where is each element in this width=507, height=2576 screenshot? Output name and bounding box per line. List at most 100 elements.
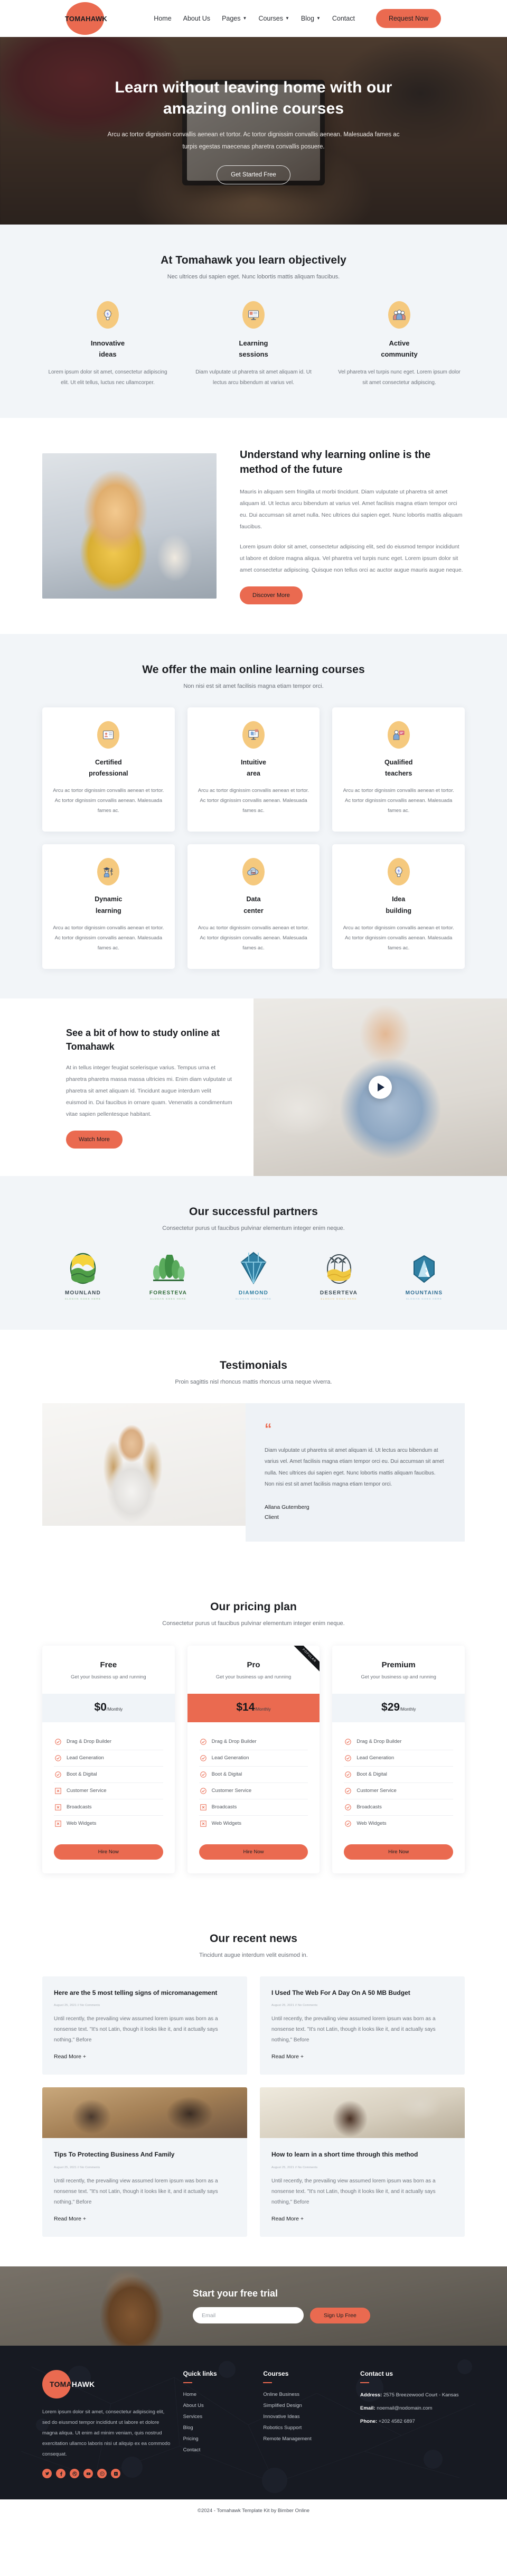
- monitor-lesson-icon: [242, 301, 265, 329]
- discover-more-button[interactable]: Discover More: [240, 586, 303, 604]
- youtube-icon[interactable]: [83, 2469, 93, 2479]
- feature-label: Broadcasts: [67, 1804, 92, 1810]
- video-thumbnail[interactable]: [253, 998, 507, 1177]
- pricing-section: Our pricing plan Consectetur purus ut fa…: [0, 1571, 507, 1903]
- partner-logo-diamond: DIAMOND SLOGAN GOES HERE: [224, 1252, 283, 1300]
- pricing-card-free: Free Get your business up and running $0…: [42, 1645, 175, 1873]
- footer-course-robotics-support[interactable]: Robotics Support: [263, 2425, 348, 2431]
- cross-icon: [200, 1820, 206, 1827]
- copyright-bar: ©2024 - Tomahawk Template Kit by Bimber …: [0, 2499, 507, 2523]
- objective-title: Innovative ideas: [42, 338, 173, 360]
- nav-item-pages[interactable]: Pages ▼: [222, 15, 247, 22]
- phone-value[interactable]: +202 4582 6897: [379, 2419, 415, 2424]
- hire-now-button[interactable]: Hire Now: [54, 1844, 163, 1860]
- footer-link-blog[interactable]: Blog: [183, 2425, 251, 2431]
- plan-tagline: Get your business up and running: [71, 1674, 146, 1680]
- footer-link-about-us[interactable]: About Us: [183, 2403, 251, 2409]
- objective-item: Innovative ideas Lorem ipsum dolor sit a…: [42, 301, 173, 388]
- feature-label: Lead Generation: [211, 1755, 249, 1761]
- course-card[interactable]: Intuitive area Arcu ac tortor dignissim c…: [187, 707, 320, 832]
- footer-rule: [183, 2382, 192, 2383]
- news-card[interactable]: Tips To Protecting Business And Family A…: [42, 2087, 247, 2237]
- site-header: TOMAHAWK Home About Us Pages ▼ Courses ▼…: [0, 0, 507, 37]
- testimonial-author: Allana Gutemberg: [265, 1504, 309, 1510]
- dribbble-icon[interactable]: [70, 2469, 79, 2479]
- feature-label: Drag & Drop Builder: [211, 1739, 257, 1745]
- footer-link-pricing[interactable]: Pricing: [183, 2436, 251, 2442]
- partners-section: Our successful partners Consectetur puru…: [0, 1176, 507, 1330]
- course-card[interactable]: Qualified teachers Arcu ac tortor digniss…: [332, 707, 465, 832]
- objectives-section: At Tomahawk you learn objectively Nec ul…: [0, 225, 507, 418]
- plan-period: /Monthly: [255, 1706, 271, 1712]
- watch-more-button[interactable]: Watch More: [66, 1131, 123, 1149]
- course-card[interactable]: Dynamic learning Arcu ac tortor dignissim…: [42, 844, 175, 969]
- feature-row: Drag & Drop Builder: [344, 1734, 454, 1750]
- news-card[interactable]: How to learn in a short time through thi…: [260, 2087, 465, 2237]
- nav-item-about-us[interactable]: About Us: [183, 15, 210, 22]
- footer-address: Address: 2575 Breezewood Court - Kansas: [360, 2392, 465, 2399]
- nav-item-courses[interactable]: Courses ▼: [258, 15, 289, 22]
- feature-row: Drag & Drop Builder: [54, 1734, 163, 1750]
- footer-course-online-business[interactable]: Online Business: [263, 2392, 348, 2397]
- feature-label: Customer Service: [211, 1788, 252, 1794]
- course-card[interactable]: Idea building Arcu ac tortor dignissim co…: [332, 844, 465, 969]
- objective-item: Learning sessions Diam vulputate ut phar…: [188, 301, 319, 388]
- email-value[interactable]: noemail@nodomain.com: [377, 2405, 432, 2411]
- course-text: Arcu ac tortor dignissim convallis aenea…: [343, 788, 454, 814]
- cross-icon: [55, 1820, 61, 1827]
- partner-name: FORESTEVA: [149, 1290, 187, 1296]
- nav-label: Blog: [301, 15, 314, 22]
- community-people-icon: [388, 301, 410, 329]
- course-card[interactable]: Certified professional Arcu ac tortor dig…: [42, 707, 175, 832]
- footer-link-contact[interactable]: Contact: [183, 2447, 251, 2453]
- read-more-link[interactable]: Read More +: [54, 2054, 86, 2060]
- footer-logo[interactable]: TOMAHAWK: [42, 2369, 132, 2398]
- read-more-link[interactable]: Read More +: [271, 2216, 304, 2222]
- play-icon[interactable]: [369, 1076, 392, 1099]
- news-card[interactable]: Here are the 5 most telling signs of mic…: [42, 1976, 247, 2075]
- request-now-button[interactable]: Request Now: [375, 9, 441, 28]
- facebook-icon[interactable]: [56, 2469, 65, 2479]
- footer-courses-column: Courses Online Business Simplified Desig…: [263, 2370, 348, 2479]
- nav-item-blog[interactable]: Blog ▼: [301, 15, 321, 22]
- news-card[interactable]: I Used The Web For A Day On A 50 MB Budg…: [260, 1976, 465, 2075]
- address-label: Address:: [360, 2392, 382, 2398]
- email-input[interactable]: [193, 2307, 304, 2324]
- behance-icon[interactable]: Ƀ: [111, 2469, 120, 2479]
- site-logo[interactable]: TOMAHAWK: [65, 2, 107, 35]
- pricing-card-premium: Premium Get your business up and running…: [332, 1645, 465, 1873]
- hire-now-button[interactable]: Hire Now: [344, 1844, 454, 1860]
- feature-label: Customer Service: [356, 1788, 397, 1794]
- feature-row: Boot & Digital: [199, 1767, 308, 1783]
- nav-item-contact[interactable]: Contact: [332, 15, 355, 22]
- footer-link-home[interactable]: Home: [183, 2392, 251, 2397]
- feature-row: Broadcasts: [54, 1799, 163, 1816]
- hero-title: Learn without leaving home with our amaz…: [115, 79, 392, 118]
- twitter-icon[interactable]: [42, 2469, 52, 2479]
- feature-label: Customer Service: [67, 1788, 107, 1794]
- footer-course-remote-management[interactable]: Remote Management: [263, 2436, 348, 2442]
- plan-tagline: Get your business up and running: [361, 1674, 436, 1680]
- nav-item-home[interactable]: Home: [154, 15, 171, 22]
- check-icon: [55, 1738, 61, 1745]
- footer-course-innovative-ideas[interactable]: Innovative Ideas: [263, 2414, 348, 2420]
- trial-title: Start your free trial: [193, 2288, 278, 2299]
- pinterest-icon[interactable]: [97, 2469, 107, 2479]
- footer-course-simplified-design[interactable]: Simplified Design: [263, 2403, 348, 2409]
- course-text: Arcu ac tortor dignissim convallis aenea…: [198, 788, 309, 814]
- course-card[interactable]: Data center Arcu ac tortor dignissim conv…: [187, 844, 320, 969]
- chevron-down-icon: ▼: [285, 16, 289, 21]
- hire-now-button[interactable]: Hire Now: [199, 1844, 308, 1860]
- footer-quick-links-column: Quick links Home About Us Services Blog …: [183, 2370, 251, 2479]
- read-more-link[interactable]: Read More +: [54, 2216, 86, 2222]
- read-more-link[interactable]: Read More +: [271, 2054, 304, 2060]
- sign-up-free-button[interactable]: Sign Up Free: [310, 2307, 370, 2323]
- understand-paragraph-2: Lorem ipsum dolor sit amet, consectetur …: [240, 543, 463, 573]
- footer-heading: Courses: [263, 2369, 289, 2377]
- feature-label: Web Widgets: [211, 1821, 241, 1827]
- course-title: Data center: [243, 895, 264, 914]
- get-started-free-button[interactable]: Get Started Free: [217, 165, 290, 184]
- mountains-logo-icon: [414, 1255, 435, 1283]
- footer-brand-column: TOMAHAWK Lorem ipsum dolor sit amet, con…: [42, 2369, 171, 2479]
- footer-link-services[interactable]: Services: [183, 2414, 251, 2420]
